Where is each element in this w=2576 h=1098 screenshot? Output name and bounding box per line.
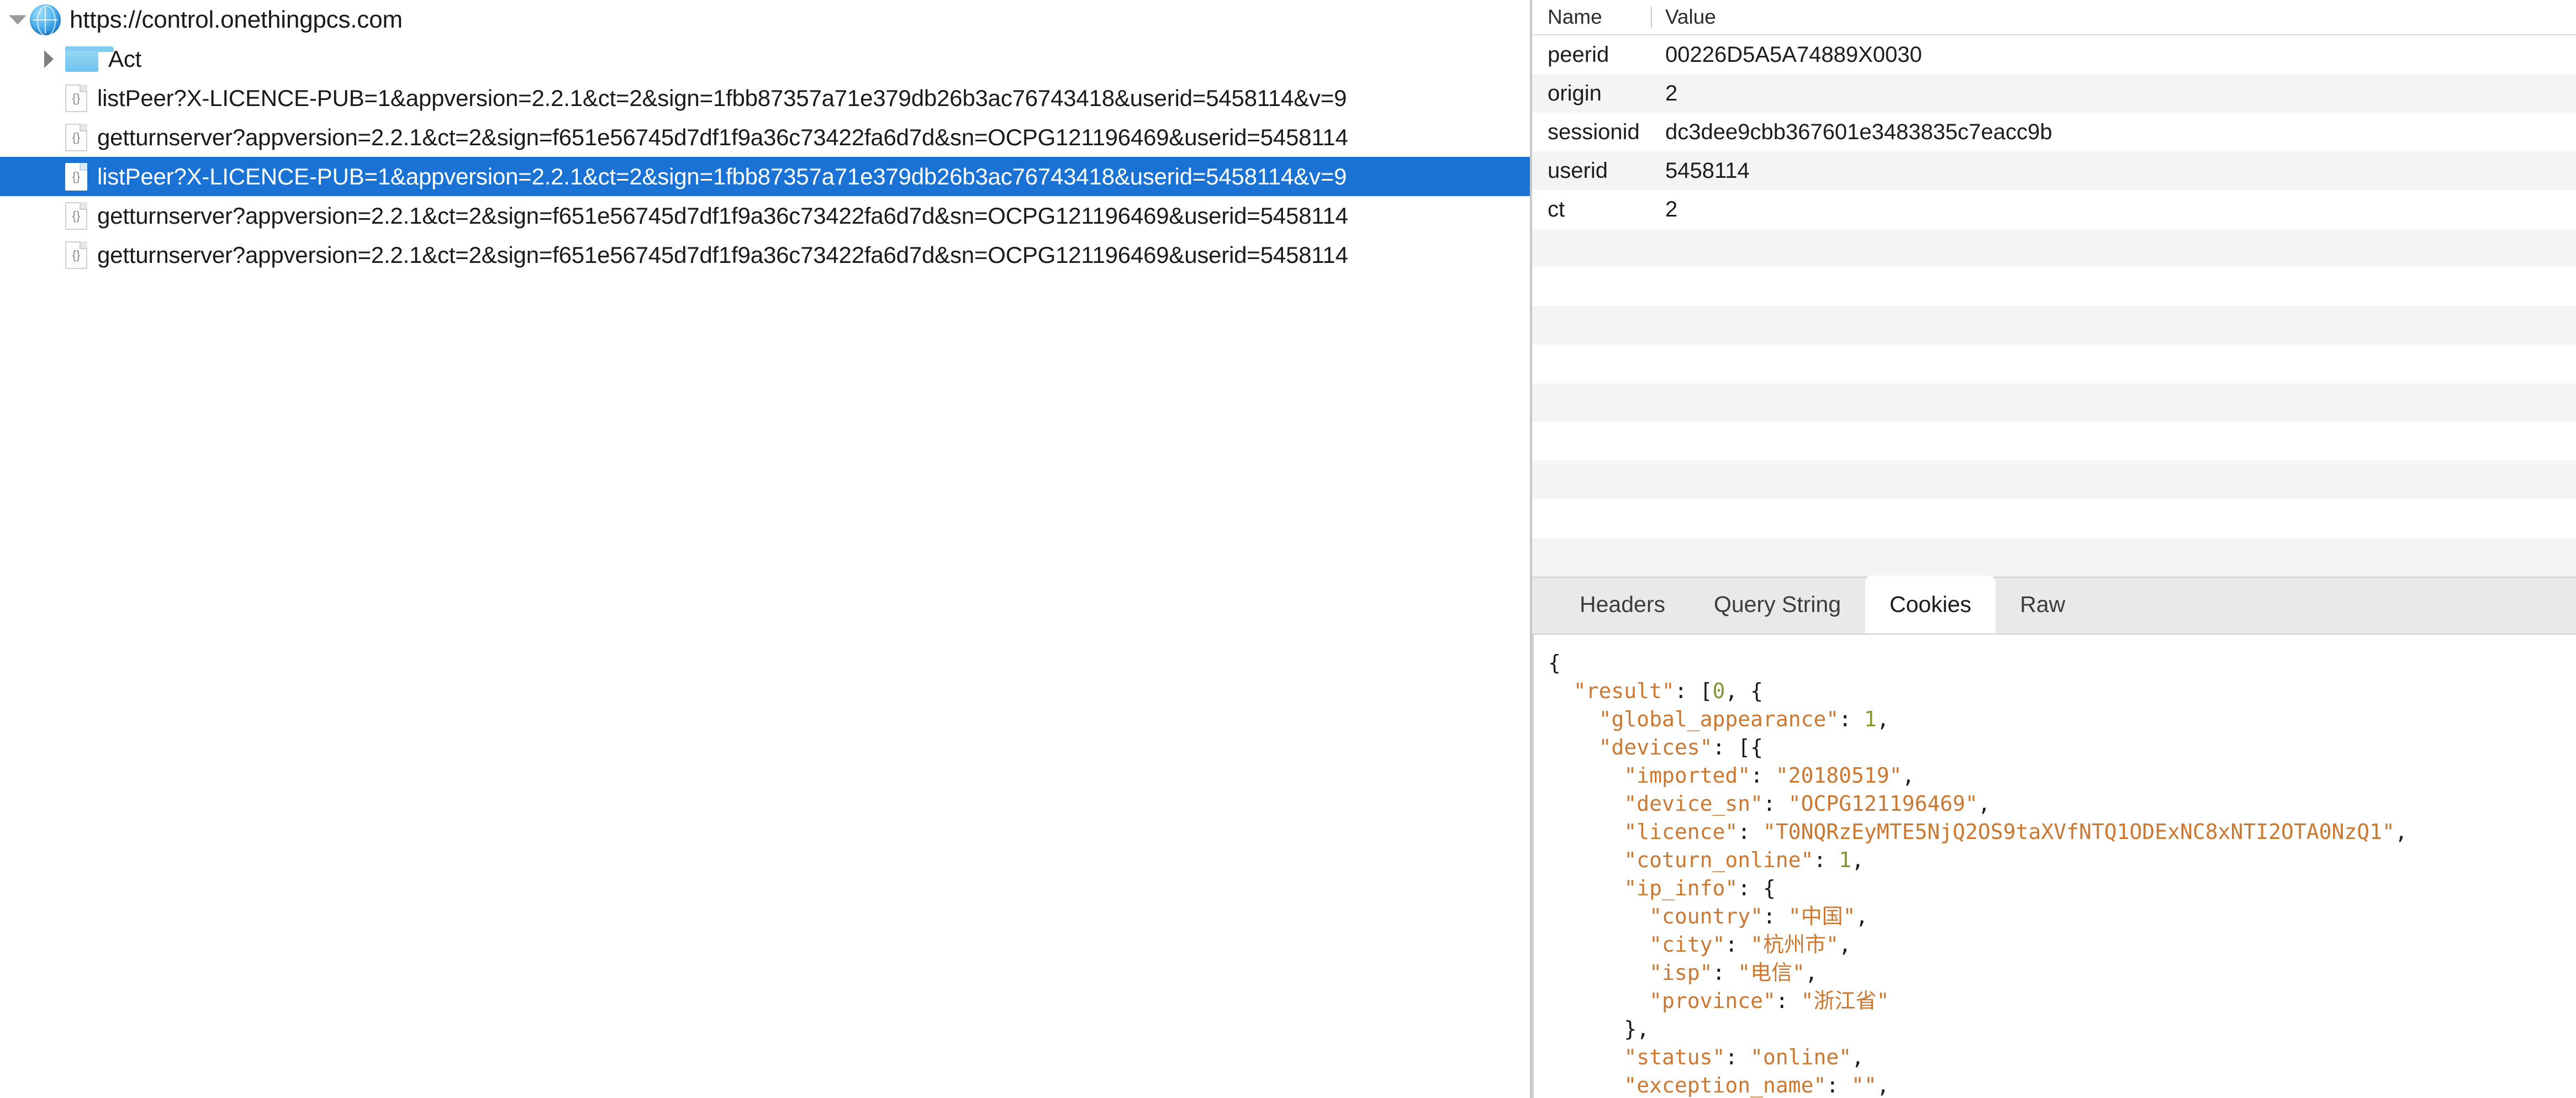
table-row-empty[interactable] xyxy=(1532,229,2576,267)
tab-cookies[interactable]: Cookies xyxy=(1865,576,1996,634)
tab-query-string[interactable]: Query String xyxy=(1690,576,1865,634)
table-row-empty[interactable] xyxy=(1532,461,2576,499)
devtools-network-inspector: https://control.onethingpcs.com Act {} list… xyxy=(0,0,2576,1098)
tree-row-label: listPeer?X-LICENCE-PUB=1&appversion=2.2.… xyxy=(97,85,1347,111)
detail-tabbar[interactable]: Headers Query String Cookies Raw xyxy=(1532,576,2576,635)
cookies-table: Name Value peerid 00226D5A5A74889X0030 ori… xyxy=(1532,0,2576,577)
tab-raw[interactable]: Raw xyxy=(1996,576,2089,634)
tree-row-label: getturnserver?appversion=2.2.1&ct=2&sign… xyxy=(97,203,1348,229)
cookie-name-cell: sessionid xyxy=(1548,119,1640,144)
json-doc-icon: {} xyxy=(65,202,87,230)
table-row[interactable]: userid 5458114 xyxy=(1532,151,2576,190)
detail-panel: Name Value peerid 00226D5A5A74889X0030 ori… xyxy=(1532,0,2576,1098)
table-row[interactable]: ct 2 xyxy=(1532,190,2576,229)
disclosure-triangle-right-icon[interactable] xyxy=(40,39,65,78)
tree-row[interactable]: https://control.onethingpcs.com xyxy=(0,0,1530,39)
json-doc-icon: {} xyxy=(65,162,87,191)
table-row[interactable]: sessionid dc3dee9cbb367601e3483835c7eacc9… xyxy=(1532,113,2576,151)
column-header-value[interactable]: Value xyxy=(1665,6,2576,29)
json-doc-icon: {} xyxy=(65,123,87,151)
json-doc-icon: {} xyxy=(65,241,87,269)
tree-row[interactable]: {} listPeer?X-LICENCE-PUB=1&appversion=2.… xyxy=(0,157,1530,196)
tree-row[interactable]: {} getturnserver?appversion=2.2.1&ct=2&si… xyxy=(0,196,1530,235)
cookie-value-cell: 2 xyxy=(1665,81,1678,105)
disclosure-triangle-down-icon[interactable] xyxy=(4,0,30,39)
cookie-value-cell: 2 xyxy=(1665,197,1678,221)
tree-row[interactable]: {} listPeer?X-LICENCE-PUB=1&appversion=2.… xyxy=(0,78,1530,118)
table-row-empty[interactable] xyxy=(1532,306,2576,345)
cookie-name-cell: origin xyxy=(1548,81,1602,105)
table-row[interactable]: peerid 00226D5A5A74889X0030 xyxy=(1532,35,2576,74)
table-row-empty[interactable] xyxy=(1532,345,2576,383)
json-doc-icon: {} xyxy=(65,84,87,112)
request-tree-panel[interactable]: https://control.onethingpcs.com Act {} list… xyxy=(0,0,1530,1098)
json-response-text: { "result": [0, { "global_appearance": 1… xyxy=(1548,651,2408,1097)
cookies-table-body: peerid 00226D5A5A74889X0030 origin 2 session… xyxy=(1532,35,2576,577)
cookie-name-cell: ct xyxy=(1548,197,1565,221)
tree-row-label: getturnserver?appversion=2.2.1&ct=2&sign… xyxy=(97,124,1348,150)
tree-row[interactable]: Act xyxy=(0,39,1530,78)
table-row-empty[interactable] xyxy=(1532,538,2576,577)
table-row-empty[interactable] xyxy=(1532,383,2576,422)
tree-row-label: getturnserver?appversion=2.2.1&ct=2&sign… xyxy=(97,242,1348,268)
tree-row-label: https://control.onethingpcs.com xyxy=(70,6,403,33)
cookie-name-cell: userid xyxy=(1548,158,1608,183)
folder-icon xyxy=(65,46,114,72)
cookie-value-cell: 5458114 xyxy=(1665,158,1750,183)
table-row-empty[interactable] xyxy=(1532,422,2576,461)
json-response-viewer[interactable]: { "result": [0, { "global_appearance": 1… xyxy=(1532,635,2576,1098)
table-row[interactable]: origin 2 xyxy=(1532,74,2576,113)
tree-row[interactable]: {} getturnserver?appversion=2.2.1&ct=2&si… xyxy=(0,235,1530,274)
column-header-name[interactable]: Name xyxy=(1532,6,1651,29)
globe-icon xyxy=(30,4,61,36)
cookie-value-cell: 00226D5A5A74889X0030 xyxy=(1665,42,1922,67)
cookies-table-header: Name Value xyxy=(1532,0,2576,35)
cookie-value-cell: dc3dee9cbb367601e3483835c7eacc9b xyxy=(1665,119,2052,144)
request-tree[interactable]: https://control.onethingpcs.com Act {} list… xyxy=(0,0,1530,274)
table-row-empty[interactable] xyxy=(1532,267,2576,306)
tree-row-label: Act xyxy=(108,46,142,72)
tab-headers[interactable]: Headers xyxy=(1555,576,1690,634)
tree-row-label: listPeer?X-LICENCE-PUB=1&appversion=2.2.… xyxy=(97,163,1347,189)
column-separator[interactable] xyxy=(1651,7,1652,28)
tree-row[interactable]: {} getturnserver?appversion=2.2.1&ct=2&si… xyxy=(0,118,1530,157)
cookie-name-cell: peerid xyxy=(1548,42,1609,67)
table-row-empty[interactable] xyxy=(1532,499,2576,538)
